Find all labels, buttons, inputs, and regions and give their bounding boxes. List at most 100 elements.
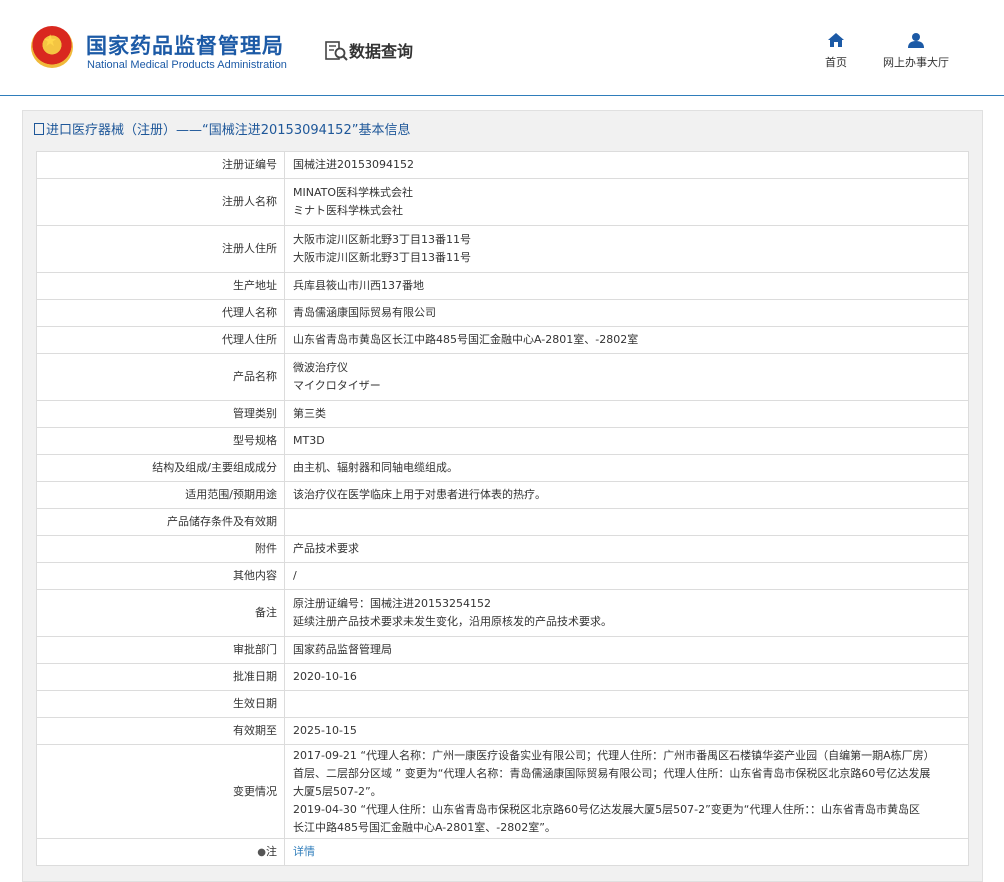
row-label: 注册人名称	[36, 178, 285, 226]
row-value: 青岛儒涵康国际贸易有限公司	[284, 299, 969, 327]
row-label: 注册人住所	[36, 225, 285, 273]
row-label: 附件	[36, 535, 285, 563]
row-value-line: 2025-10-15	[293, 724, 357, 737]
lightbulb-icon: ●	[257, 846, 266, 858]
row-value-line: 延续注册产品技术要求未发生变化，沿用原核发的产品技术要求。	[293, 615, 612, 628]
table-row: 适用范围/预期用途 该治疗仪在医学临床上用于对患者进行体表的热疗。	[36, 481, 969, 509]
row-value-line: 该治疗仪在医学临床上用于对患者进行体表的热疗。	[293, 488, 546, 501]
row-label: 生产地址	[36, 272, 285, 300]
row-label-text: 管理类别	[233, 407, 277, 420]
table-row: 注册人住所 大阪市淀川区新北野3丁目13番11号 大阪市淀川区新北野3丁目13番11…	[36, 225, 969, 273]
row-label: 生效日期	[36, 690, 285, 718]
row-label: 产品名称	[36, 353, 285, 401]
nav-home[interactable]: 首页	[820, 32, 852, 70]
table-row: 其他内容 /	[36, 562, 969, 590]
row-value-line: 长江中路485号国汇金融中心A-2801室、-2802室”。	[293, 820, 556, 834]
row-value-line: 原注册证编号：国械注进20153254152	[293, 597, 491, 610]
row-label-text: 变更情况	[233, 784, 277, 798]
nav-online-service-hall[interactable]: 网上办事大厅	[876, 32, 956, 70]
row-label-text: 注册人住所	[222, 242, 277, 255]
row-value: MT3D	[284, 427, 969, 455]
table-row: 变更情况 2017-09-21 “代理人名称：广州一康医疗设备实业有限公司；代理人…	[36, 744, 969, 839]
detail-panel: 进口医疗器械（注册）——“国械注进20153094152”基本信息 注册证编号国…	[22, 110, 983, 882]
row-label-text: 备注	[255, 606, 277, 619]
row-value-line: 2017-09-21 “代理人名称：广州一康医疗设备实业有限公司；代理人住所：广…	[293, 748, 935, 762]
row-label: 变更情况	[36, 744, 285, 839]
row-label-text: 注	[266, 844, 277, 858]
data-query-icon	[325, 41, 348, 61]
row-value-line: 大阪市淀川区新北野3丁目13番11号	[293, 251, 471, 264]
row-label: ●注	[36, 838, 285, 866]
row-value: 该治疗仪在医学临床上用于对患者进行体表的热疗。	[284, 481, 969, 509]
table-row: 型号规格 MT3D	[36, 427, 969, 455]
nav-online-service-hall-label: 网上办事大厅	[883, 56, 949, 69]
row-label: 管理类别	[36, 400, 285, 428]
table-row: 有效期至 2025-10-15	[36, 717, 969, 745]
details-link[interactable]: 详情	[293, 845, 315, 858]
row-value-line: 首层、二层部分区域 ” 变更为“代理人名称：青岛儒涵康国际贸易有限公司；代理人住…	[293, 766, 931, 780]
row-label: 产品储存条件及有效期	[36, 508, 285, 536]
row-value: 第三类	[284, 400, 969, 428]
user-icon	[908, 33, 924, 48]
row-value: MINATO医科学株式会社 ミナト医科学株式会社	[284, 178, 969, 226]
row-value-line: 产品技术要求	[293, 542, 359, 555]
row-label: 审批部门	[36, 636, 285, 664]
row-label-text: 结构及组成/主要组成成分	[152, 461, 277, 474]
table-row: 结构及组成/主要组成成分 由主机、辐射器和同轴电缆组成。	[36, 454, 969, 482]
row-value: 2017-09-21 “代理人名称：广州一康医疗设备实业有限公司；代理人住所：广…	[284, 744, 969, 839]
table-row: 生产地址 兵库县筱山市川西137番地	[36, 272, 969, 300]
logo-title-en: National Medical Products Administration	[87, 59, 287, 71]
logo-title-cn: 国家药品监督管理局	[86, 34, 284, 58]
row-value: 产品技术要求	[284, 535, 969, 563]
row-value-line: 国家药品监督管理局	[293, 643, 392, 656]
row-label: 批准日期	[36, 663, 285, 691]
row-label-text: 审批部门	[233, 643, 277, 656]
row-value-line: 微波治疗仪	[293, 361, 348, 374]
row-value-line: 青岛儒涵康国际贸易有限公司	[293, 306, 436, 319]
row-value: 由主机、辐射器和同轴电缆组成。	[284, 454, 969, 482]
row-label: 备注	[36, 589, 285, 637]
national-emblem-logo: ★	[31, 26, 73, 68]
row-value-line: 2019-04-30 “代理人住所：山东省青岛市保税区北京路60号亿达发展大厦5…	[293, 802, 920, 816]
row-label-text: 注册证编号	[222, 158, 277, 171]
row-value	[284, 690, 969, 718]
row-label-text: 代理人住所	[222, 333, 277, 346]
table-row: 批准日期 2020-10-16	[36, 663, 969, 691]
row-value: 2025-10-15	[284, 717, 969, 745]
row-label: 适用范围/预期用途	[36, 481, 285, 509]
row-label: 注册证编号	[36, 151, 285, 179]
row-value-line: 大阪市淀川区新北野3丁目13番11号	[293, 233, 471, 246]
row-label-text: 适用范围/预期用途	[185, 488, 277, 501]
row-value-line: 2020-10-16	[293, 670, 357, 683]
row-value: /	[284, 562, 969, 590]
row-label-text: 生产地址	[233, 279, 277, 292]
table-row: 审批部门 国家药品监督管理局	[36, 636, 969, 664]
row-label-text: 产品名称	[233, 370, 277, 383]
home-icon	[828, 33, 844, 47]
row-label-text: 生效日期	[233, 697, 277, 710]
row-label-text: 型号规格	[233, 434, 277, 447]
table-row: 备注 原注册证编号：国械注进20153254152 延续注册产品技术要求未发生变化，…	[36, 589, 969, 637]
row-value-line: 由主机、辐射器和同轴电缆组成。	[293, 461, 458, 474]
table-row: 产品名称 微波治疗仪マイクロタイザー	[36, 353, 969, 401]
row-label-text: 批准日期	[233, 670, 277, 683]
table-row: 代理人住所 山东省青岛市黄岛区长江中路485号国汇金融中心A-2801室、-280…	[36, 326, 969, 354]
row-label-text: 有效期至	[233, 724, 277, 737]
table-row: 注册人名称 MINATO医科学株式会社 ミナト医科学株式会社	[36, 178, 969, 226]
row-label: 结构及组成/主要组成成分	[36, 454, 285, 482]
table-row: 管理类别 第三类	[36, 400, 969, 428]
row-value: 兵库县筱山市川西137番地	[284, 272, 969, 300]
document-icon	[34, 123, 44, 135]
row-value-line: 第三类	[293, 407, 326, 420]
row-value-line: マイクロタイザー	[293, 379, 381, 392]
nav-home-label: 首页	[825, 56, 847, 69]
table-row: 附件 产品技术要求	[36, 535, 969, 563]
row-value-line: MINATO医科学株式会社	[293, 186, 414, 199]
row-value-line: /	[293, 569, 297, 582]
row-value: 国家药品监督管理局	[284, 636, 969, 664]
data-query-title: 数据查询	[349, 42, 414, 61]
row-value	[284, 508, 969, 536]
row-label-text: 代理人名称	[222, 306, 277, 319]
row-label-text: 附件	[255, 542, 277, 555]
row-value-line: 山东省青岛市黄岛区长江中路485号国汇金融中心A-2801室、-2802室	[293, 333, 639, 346]
